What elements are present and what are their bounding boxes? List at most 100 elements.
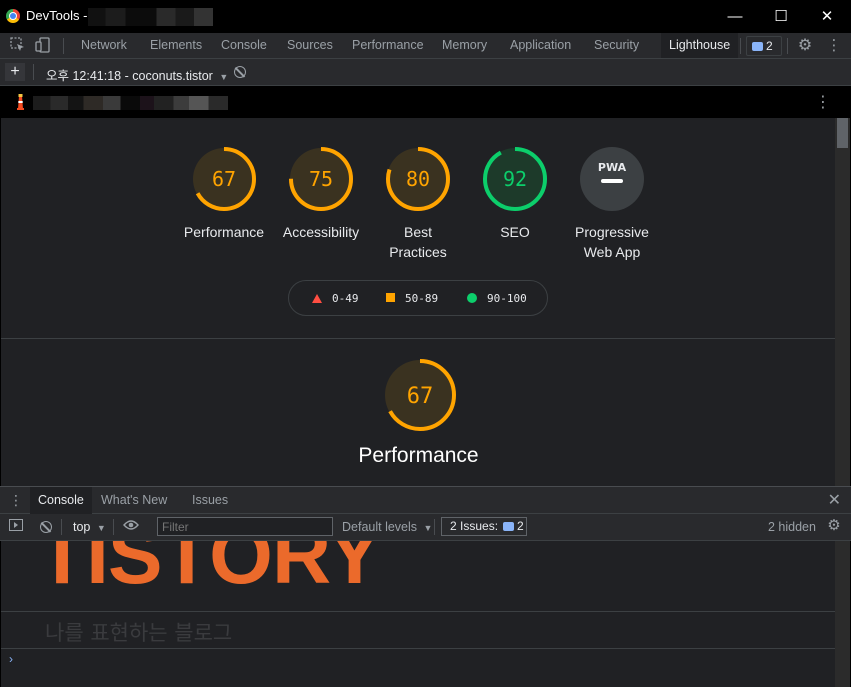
- category-gauge-seo[interactable]: 92 SEO: [482, 146, 548, 242]
- tab-application[interactable]: Application: [510, 33, 571, 58]
- console-filter-input[interactable]: [157, 517, 333, 536]
- console-output: TISTORY 나를 표현하는 블로그 ›: [1, 541, 835, 687]
- gauge-ring: 80: [386, 147, 450, 211]
- report-scrollbar[interactable]: [835, 118, 850, 486]
- toolbar-divider: [113, 519, 114, 535]
- issues-badge-count: 2: [766, 39, 773, 53]
- drawer-tabs: ⋮ Console What's New Issues ✕: [0, 486, 851, 514]
- close-drawer-icon[interactable]: ✕: [828, 490, 841, 510]
- tab-network[interactable]: Network: [81, 33, 127, 58]
- device-toolbar-icon[interactable]: [34, 37, 52, 55]
- pwa-badge-text: PWA: [598, 161, 627, 174]
- gauge-score: 80: [406, 167, 430, 191]
- legend-average: 50-89: [386, 292, 438, 305]
- toolbar-divider: [434, 519, 435, 535]
- performance-section-gauge: 67: [384, 359, 456, 431]
- tab-console[interactable]: Console: [221, 33, 267, 58]
- drawer-tab-console[interactable]: Console: [30, 487, 92, 514]
- chevron-down-icon: ▼: [219, 72, 229, 82]
- legend-pass-label: 90-100: [487, 292, 527, 305]
- log-levels-dropdown[interactable]: Default levels ▼: [342, 520, 432, 534]
- legend-pass: 90-100: [467, 292, 527, 305]
- category-gauge-pwa[interactable]: PWA Progressive Web App: [575, 146, 649, 262]
- context-selector-label: top: [73, 520, 91, 534]
- legend-fail-label: 0-49: [332, 292, 359, 305]
- gauge-ring: 67: [192, 147, 256, 211]
- chevron-down-icon: ▼: [423, 523, 433, 533]
- drawer-tab-whats-new[interactable]: What's New: [101, 487, 167, 514]
- log-levels-label: Default levels: [342, 520, 418, 534]
- tab-security[interactable]: Security: [594, 33, 639, 58]
- context-selector[interactable]: top ▼: [73, 520, 106, 534]
- eye-icon[interactable]: [122, 518, 140, 536]
- more-options-icon[interactable]: ⋮: [825, 37, 843, 55]
- category-gauge-performance[interactable]: 67 Performance: [184, 146, 264, 242]
- show-sidebar-icon[interactable]: [7, 518, 25, 536]
- gauge-ring: 92: [483, 147, 547, 211]
- tab-sources[interactable]: Sources: [287, 33, 333, 58]
- console-issues-button[interactable]: 2 Issues: 2: [441, 517, 527, 536]
- report-selector[interactable]: 오후 12:41:18 - coconuts.tistor ▼: [46, 65, 228, 84]
- triangle-icon: [312, 294, 322, 303]
- category-gauge-accessibility[interactable]: 75 Accessibility: [283, 146, 359, 242]
- square-icon: [386, 293, 395, 302]
- window-titlebar: DevTools - — ☐ ✕: [0, 0, 851, 33]
- redacted-url: [33, 96, 228, 110]
- gauge-label: Performance: [183, 224, 265, 240]
- gauge-score: 92: [503, 167, 527, 191]
- lighthouse-url-bar: ⋮: [0, 86, 851, 118]
- new-report-button[interactable]: +: [5, 63, 25, 81]
- tistory-tagline-output: 나를 표현하는 블로그: [45, 621, 233, 645]
- inspect-element-icon[interactable]: [9, 37, 27, 55]
- toolbar-divider: [33, 64, 34, 80]
- gauge-label: Accessibility: [282, 224, 360, 240]
- lighthouse-logo-icon: [17, 94, 24, 110]
- message-icon: [503, 522, 515, 531]
- issues-count: 2: [517, 519, 524, 533]
- pwa-badge-icon: PWA: [580, 147, 644, 211]
- drawer-tab-issues[interactable]: Issues: [192, 487, 228, 514]
- tab-performance[interactable]: Performance: [352, 33, 424, 58]
- tab-elements[interactable]: Elements: [150, 33, 202, 58]
- toolbar-divider: [787, 38, 788, 54]
- chevron-down-icon: ▼: [96, 523, 106, 533]
- scrollbar-thumb[interactable]: [837, 118, 848, 148]
- score-legend: 0-49 50-89 90-100: [288, 280, 548, 316]
- console-settings-gear-icon[interactable]: ⚙: [825, 517, 843, 535]
- toolbar-divider: [61, 519, 62, 535]
- section-title: Performance: [358, 444, 479, 467]
- drawer-menu-icon[interactable]: ⋮: [7, 491, 25, 509]
- category-gauge-best-practices[interactable]: 80 Best Practices: [385, 146, 451, 262]
- tab-memory[interactable]: Memory: [442, 33, 487, 58]
- toolbar-divider: [740, 38, 741, 54]
- legend-fail: 0-49: [312, 292, 359, 305]
- tab-lighthouse[interactable]: Lighthouse: [661, 33, 739, 58]
- circle-icon: [467, 293, 477, 303]
- console-prompt[interactable]: ›: [9, 652, 13, 666]
- message-icon: [752, 42, 763, 51]
- clear-console-icon[interactable]: [40, 521, 52, 533]
- gauge-ring: 75: [289, 147, 353, 211]
- gauge-score: 75: [309, 167, 333, 191]
- clear-reports-icon[interactable]: [234, 66, 246, 78]
- console-message-divider: [1, 648, 835, 649]
- minimize-button[interactable]: —: [712, 0, 758, 33]
- issues-label: 2 Issues:: [450, 519, 499, 533]
- gauge-label: Progressive Web App: [575, 224, 649, 260]
- console-scrollbar[interactable]: [835, 541, 850, 687]
- close-window-button[interactable]: ✕: [804, 0, 850, 33]
- report-menu-icon[interactable]: ⋮: [815, 95, 831, 111]
- report-selector-label: 오후 12:41:18 - coconuts.tistor: [46, 69, 213, 83]
- gauge-label: SEO: [500, 224, 530, 240]
- settings-gear-icon[interactable]: ⚙: [796, 37, 814, 55]
- maximize-button[interactable]: ☐: [758, 0, 804, 33]
- console-message-divider: [1, 611, 835, 612]
- lighthouse-report-bar: + 오후 12:41:18 - coconuts.tistor ▼: [0, 59, 851, 86]
- window-title: DevTools -: [26, 8, 88, 23]
- devtools-toolbar: Network Elements Console Sources Perform…: [0, 33, 851, 59]
- redacted-title: [88, 8, 213, 26]
- gauge-score: 67: [212, 167, 236, 191]
- tistory-logo-output: TISTORY: [37, 541, 382, 601]
- issues-badge-button[interactable]: 2: [746, 36, 782, 56]
- hidden-messages-count: 2 hidden: [768, 520, 816, 534]
